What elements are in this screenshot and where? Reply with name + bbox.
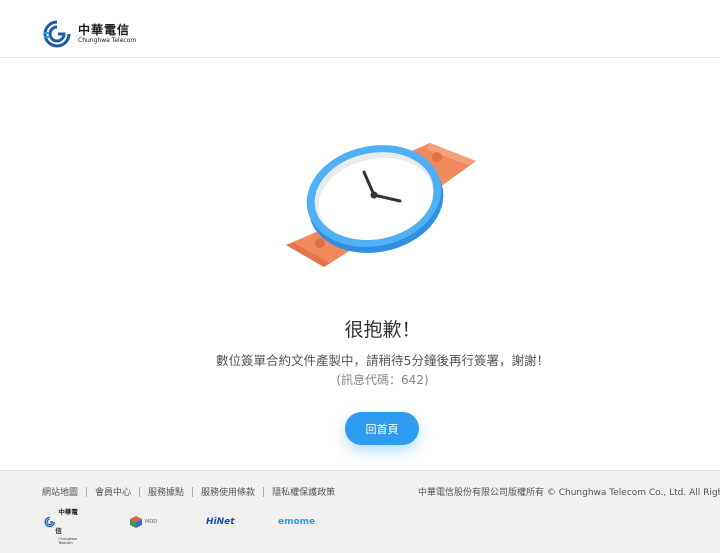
footer-links: 網站地圖 會員中心 服務據點 服務使用條款 隱私權保護政策	[42, 485, 335, 498]
error-message: 數位簽單合約文件產製中，請稍待5分鐘後再行簽署，謝謝！	[216, 353, 549, 368]
mod-cube-icon	[130, 516, 142, 528]
brand-logo[interactable]: 中華電信 Chunghwa Telecom	[42, 20, 136, 48]
header: 中華電信 Chunghwa Telecom	[0, 0, 720, 58]
partner-chunghwa-zh: 中華電信	[55, 508, 78, 535]
chunghwa-logo-icon	[44, 516, 55, 528]
divider	[86, 486, 88, 497]
error-code: (訊息代碼：642)	[336, 373, 429, 387]
divider	[263, 486, 265, 497]
divider	[192, 486, 194, 497]
home-button[interactable]: 回首頁	[345, 412, 419, 445]
brand-name-zh: 中華電信	[78, 23, 131, 37]
divider	[139, 486, 141, 497]
footer-link-terms[interactable]: 服務使用條款	[201, 485, 255, 498]
footer-link-member[interactable]: 會員中心	[95, 485, 131, 498]
chunghwa-logo-icon	[43, 20, 71, 48]
footer: 網站地圖 會員中心 服務據點 服務使用條款 隱私權保護政策 中華電信股份有限公司…	[0, 470, 720, 553]
partner-mod-text: MOD	[145, 519, 158, 525]
footer-link-locations[interactable]: 服務據點	[148, 485, 184, 498]
footer-link-privacy[interactable]: 隱私權保護政策	[272, 485, 335, 498]
watch-illustration	[286, 143, 476, 267]
partner-hinet[interactable]: HiNet	[206, 513, 235, 531]
partner-chunghwa-en: Chunghwa Telecom	[58, 537, 77, 545]
copyright-text: 中華電信股份有限公司版權所有 © Chunghwa Telecom Co., L…	[418, 488, 720, 498]
partner-emome[interactable]: emome	[278, 513, 315, 531]
brand-text: 中華電信 Chunghwa Telecom	[78, 24, 136, 44]
brand-name-en: Chunghwa Telecom	[78, 37, 137, 44]
partner-mod[interactable]: MOD	[129, 513, 157, 531]
error-title: 很抱歉！	[344, 319, 421, 341]
footer-link-sitemap[interactable]: 網站地圖	[42, 485, 78, 498]
partner-chunghwa[interactable]: 中華電信 Chunghwa Telecom	[44, 509, 82, 545]
